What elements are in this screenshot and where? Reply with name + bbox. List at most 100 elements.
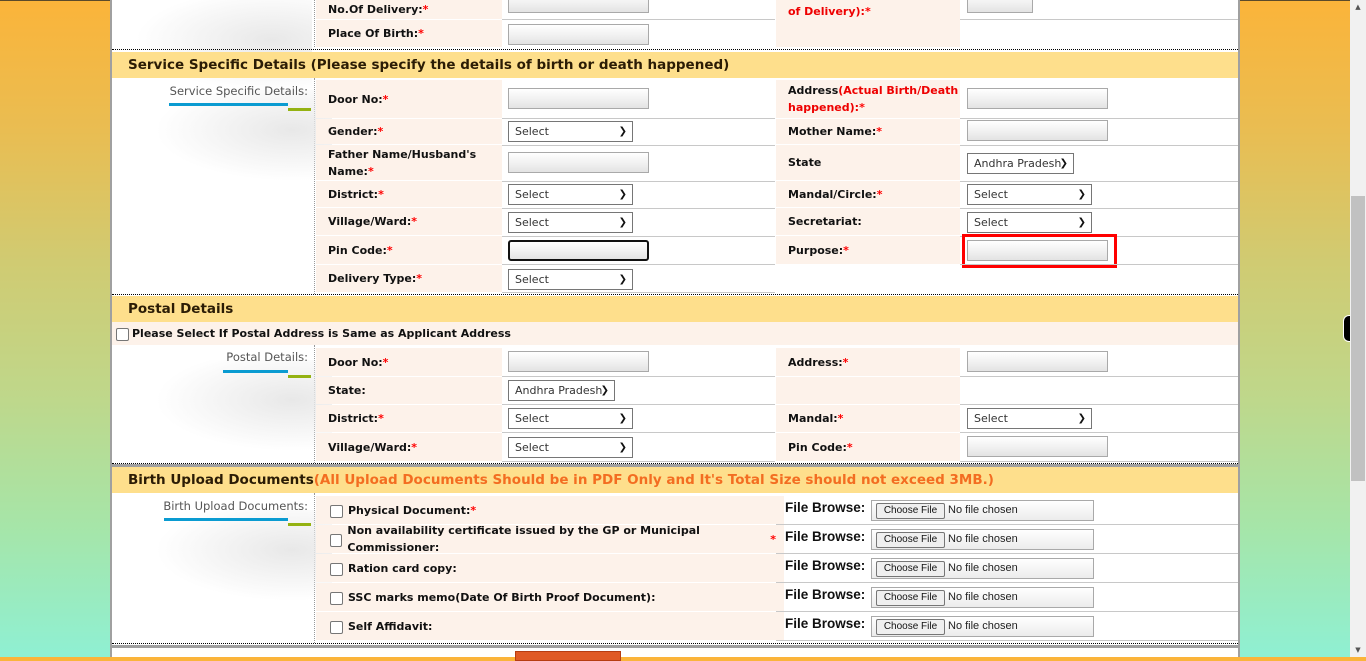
file-input[interactable]: Choose File No file chosen bbox=[871, 616, 1094, 637]
delivery-type-label: Delivery Type: * bbox=[316, 265, 502, 292]
service-section-header: Service Specific Details (Please specify… bbox=[112, 52, 1238, 78]
upload-section-header: Birth Upload Documents(All Upload Docume… bbox=[112, 467, 1238, 493]
row-line bbox=[502, 264, 775, 265]
row-line bbox=[502, 19, 775, 20]
document-checkbox[interactable] bbox=[330, 591, 343, 605]
delivery-type-select[interactable]: Select ❯ bbox=[508, 269, 633, 290]
place-of-birth-label: Place Of Birth: * bbox=[316, 20, 502, 47]
choose-file-button[interactable]: Choose File bbox=[876, 590, 945, 606]
postal-door-no-input[interactable] bbox=[508, 351, 649, 372]
row-line bbox=[960, 208, 1238, 209]
document-label-cell: Physical Document: * bbox=[316, 496, 776, 524]
row-line bbox=[960, 461, 1238, 462]
file-status: No file chosen bbox=[948, 533, 1018, 545]
upload-side-label: Birth Upload Documents: bbox=[163, 499, 308, 513]
no-of-delivery-input[interactable] bbox=[508, 0, 649, 13]
row-line bbox=[502, 118, 775, 119]
gender-label: Gender: * bbox=[316, 119, 502, 144]
section-divider bbox=[112, 49, 1238, 50]
row-line bbox=[502, 208, 775, 209]
scrollbar-thumb[interactable] bbox=[1351, 196, 1365, 481]
file-browse-label: File Browse: bbox=[785, 616, 866, 631]
purpose-input[interactable] bbox=[967, 240, 1108, 261]
postal-state-label: State: bbox=[316, 377, 502, 404]
label-edge bbox=[776, 525, 784, 553]
file-input[interactable]: Choose File No file chosen bbox=[871, 587, 1094, 608]
document-label: SSC marks memo(Date Of Birth Proof Docum… bbox=[348, 590, 656, 604]
district-select[interactable]: Select ❯ bbox=[508, 184, 633, 205]
postal-side-label: Postal Details: bbox=[226, 350, 308, 364]
row-line bbox=[960, 181, 1238, 182]
vertical-scrollbar[interactable]: ▲ ▼ bbox=[1350, 0, 1366, 657]
postal-mandal-label: Mandal: * bbox=[776, 405, 960, 432]
label-edge bbox=[776, 583, 784, 611]
right-partial-input[interactable] bbox=[967, 0, 1033, 13]
secretariat-label: Secretariat: bbox=[776, 208, 960, 235]
postal-address-input[interactable] bbox=[967, 351, 1108, 372]
column-divider bbox=[314, 0, 315, 47]
scroll-up-arrow-icon[interactable]: ▲ bbox=[1350, 0, 1366, 14]
chevron-down-icon: ❯ bbox=[618, 126, 627, 137]
document-checkbox[interactable] bbox=[330, 504, 343, 518]
state-select[interactable]: Andhra Pradesh ❯ bbox=[967, 153, 1074, 174]
gender-select[interactable]: Select ❯ bbox=[508, 121, 633, 142]
pin-code-input[interactable] bbox=[508, 240, 649, 261]
file-input[interactable]: Choose File No file chosen bbox=[871, 500, 1094, 521]
submit-button[interactable] bbox=[515, 651, 621, 661]
row-line bbox=[502, 236, 775, 237]
file-browse-label: File Browse: bbox=[785, 587, 866, 602]
row-line bbox=[502, 292, 775, 293]
same-address-label: Please Select If Postal Address is Same … bbox=[132, 327, 511, 340]
place-of-birth-input[interactable] bbox=[508, 24, 649, 45]
village-select[interactable]: Select ❯ bbox=[508, 212, 633, 233]
document-label: Non availability certificate issued by t… bbox=[347, 524, 700, 554]
chevron-down-icon: ❯ bbox=[618, 274, 627, 285]
choose-file-button[interactable]: Choose File bbox=[876, 503, 945, 519]
postal-state-select[interactable]: Andhra Pradesh ❯ bbox=[508, 380, 615, 401]
document-label: Ration card copy: bbox=[348, 561, 457, 575]
document-checkbox[interactable] bbox=[330, 562, 343, 576]
scroll-down-arrow-icon[interactable]: ▼ bbox=[1350, 643, 1366, 657]
file-status: No file chosen bbox=[948, 504, 1018, 516]
secretariat-select[interactable]: Select ❯ bbox=[967, 212, 1092, 233]
postal-mandal-select[interactable]: Select ❯ bbox=[967, 408, 1092, 429]
mother-name-input[interactable] bbox=[967, 120, 1108, 141]
label-edge bbox=[776, 612, 784, 640]
choose-file-button[interactable]: Choose File bbox=[876, 532, 945, 548]
postal-district-select[interactable]: Select ❯ bbox=[508, 408, 633, 429]
document-checkbox[interactable] bbox=[330, 620, 343, 634]
section-divider bbox=[112, 294, 1238, 295]
postal-village-label: Village/Ward: * bbox=[316, 433, 502, 461]
choose-file-button[interactable]: Choose File bbox=[876, 561, 945, 577]
address-input[interactable] bbox=[967, 88, 1108, 109]
accent-bar-blue bbox=[223, 370, 288, 373]
choose-file-button[interactable]: Choose File bbox=[876, 619, 945, 635]
row-line bbox=[776, 640, 1238, 641]
purpose-label: Purpose: * bbox=[776, 236, 960, 264]
postal-pin-code-input[interactable] bbox=[967, 436, 1108, 457]
chevron-down-icon: ❯ bbox=[1077, 413, 1086, 424]
row-line bbox=[502, 432, 775, 433]
file-status: No file chosen bbox=[948, 562, 1018, 574]
required-marker: * bbox=[470, 503, 477, 517]
file-input[interactable]: Choose File No file chosen bbox=[871, 558, 1094, 579]
row-line bbox=[776, 524, 1238, 525]
label-edge bbox=[776, 496, 784, 524]
door-no-input[interactable] bbox=[508, 88, 649, 109]
postal-pin-code-label: Pin Code: * bbox=[776, 433, 960, 461]
document-label-cell: Ration card copy: bbox=[316, 554, 776, 582]
document-checkbox[interactable] bbox=[330, 533, 343, 547]
father-name-input[interactable] bbox=[508, 152, 649, 173]
row-line bbox=[502, 181, 775, 182]
row-line bbox=[960, 404, 1238, 405]
file-input[interactable]: Choose File No file chosen bbox=[871, 529, 1094, 550]
postal-village-select[interactable]: Select ❯ bbox=[508, 437, 633, 458]
village-label: Village/Ward: * bbox=[316, 208, 502, 235]
mandal-select[interactable]: Select ❯ bbox=[967, 184, 1092, 205]
file-browse-label: File Browse: bbox=[785, 558, 866, 573]
row-line bbox=[960, 145, 1238, 146]
mother-name-label: Mother Name: * bbox=[776, 119, 960, 144]
row-line bbox=[502, 376, 775, 377]
same-address-checkbox[interactable] bbox=[116, 328, 129, 341]
chevron-down-icon: ❯ bbox=[618, 442, 627, 453]
